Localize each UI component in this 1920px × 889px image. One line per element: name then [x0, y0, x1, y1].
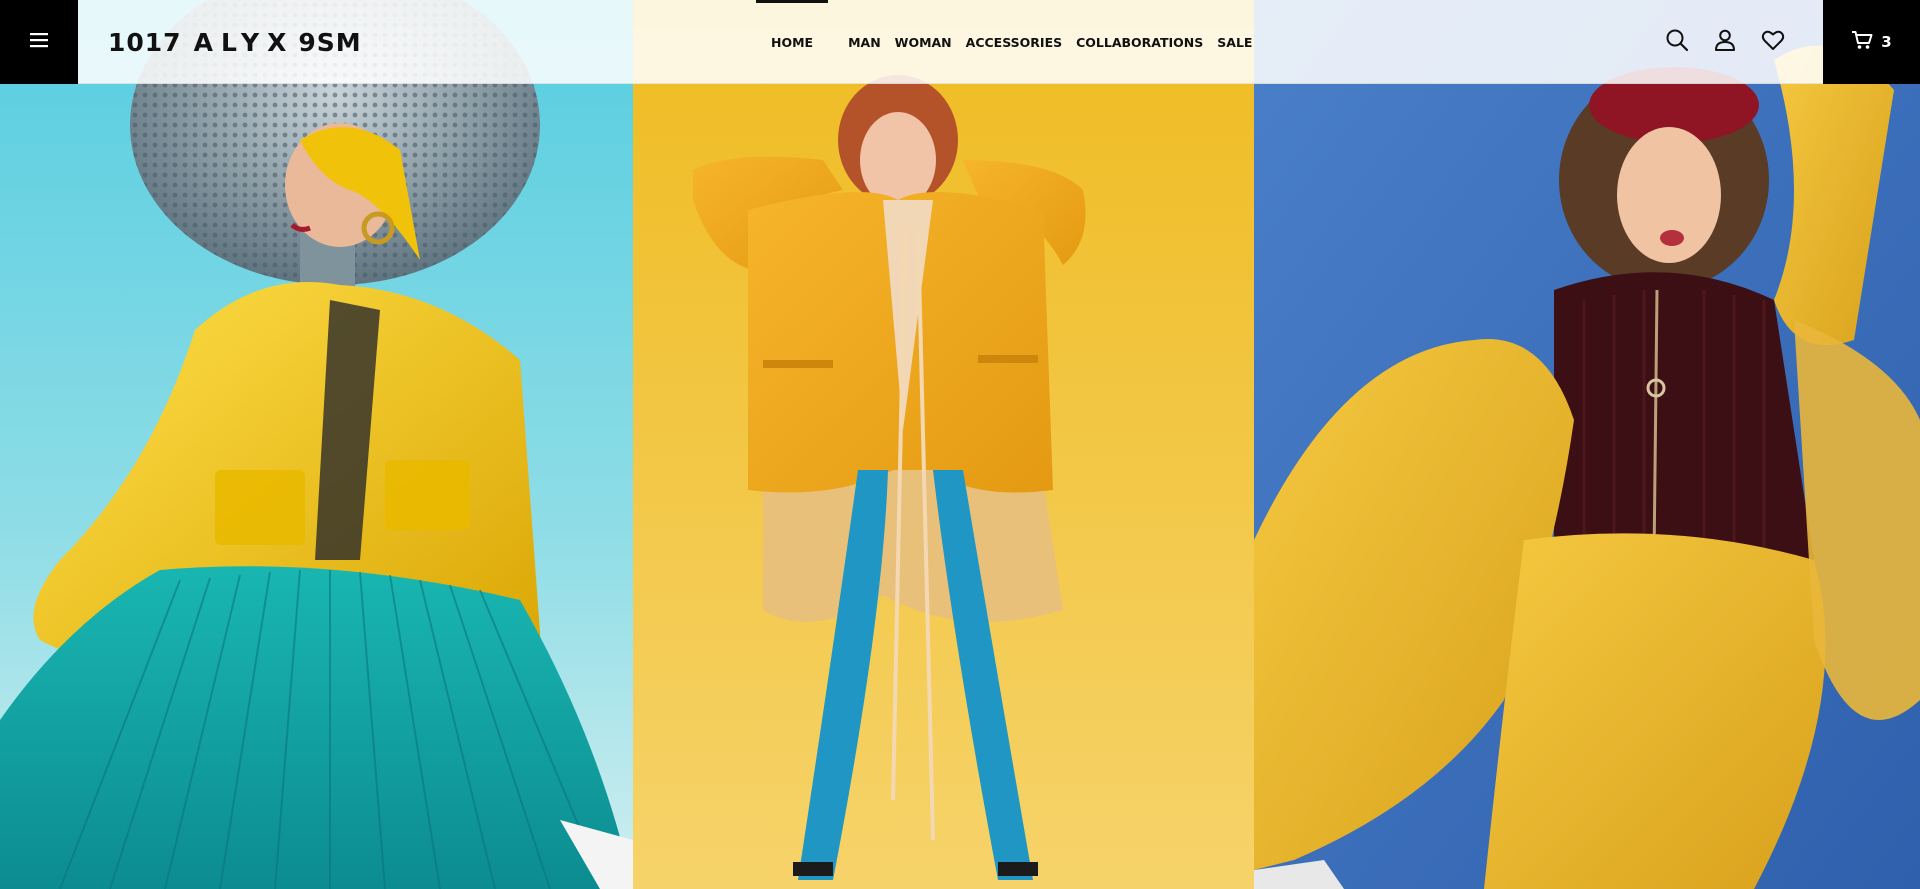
cart-count: 3 — [1881, 33, 1892, 51]
hero-panel-middle[interactable] — [633, 0, 1254, 889]
nav-item-sale[interactable]: SALE — [1217, 0, 1252, 84]
main-nav: HOME MAN WOMAN ACCESSORIES COLLABORATION… — [756, 0, 1252, 84]
hero-panel-right[interactable] — [1254, 0, 1920, 889]
brand-logo-part2: ALYX — [193, 27, 295, 57]
brand-logo[interactable]: 1017 ALYX 9SM — [108, 0, 362, 84]
hero-image-left — [0, 0, 633, 889]
search-button[interactable] — [1663, 28, 1691, 56]
cart-button[interactable]: 3 — [1823, 0, 1920, 84]
wishlist-button[interactable] — [1759, 28, 1787, 56]
nav-item-accessories[interactable]: ACCESSORIES — [966, 0, 1062, 84]
nav-item-home[interactable]: HOME — [756, 0, 829, 84]
cart-icon — [1851, 30, 1873, 55]
search-icon — [1665, 28, 1689, 57]
menu-button[interactable] — [0, 0, 78, 84]
header-actions — [1663, 0, 1787, 84]
account-button[interactable] — [1711, 28, 1739, 56]
user-icon — [1713, 28, 1737, 57]
site-header: 1017 ALYX 9SM HOME MAN WOMAN ACCESSORIES… — [0, 0, 1920, 84]
menu-icon — [28, 31, 50, 54]
heart-icon — [1761, 29, 1785, 56]
hero-panel-left[interactable] — [0, 0, 633, 889]
nav-item-man[interactable]: MAN — [848, 0, 881, 84]
brand-logo-part1: 1017 — [108, 27, 182, 57]
brand-logo-part3: 9SM — [298, 27, 362, 57]
hero-image-middle — [633, 0, 1254, 889]
nav-item-woman[interactable]: WOMAN — [895, 0, 952, 84]
hero-image-right — [1254, 0, 1920, 889]
nav-item-collaborations[interactable]: COLLABORATIONS — [1076, 0, 1203, 84]
